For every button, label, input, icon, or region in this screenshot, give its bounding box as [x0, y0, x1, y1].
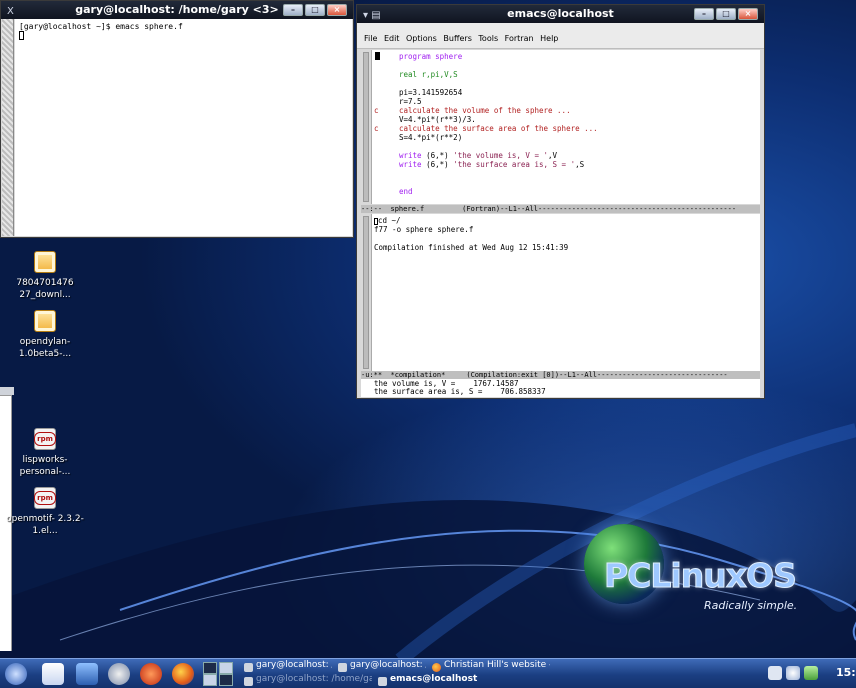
terminal-icon — [338, 663, 347, 672]
desktop-icon-lispworks[interactable]: rpm lispworks- personal-... — [0, 428, 90, 478]
desktop-pager-2[interactable] — [219, 662, 233, 674]
control-center-icon[interactable] — [76, 663, 98, 685]
echo-area: the volume is, V = 1767.14587 the surfac… — [361, 379, 760, 397]
brand-slogan: Radically simple. — [704, 599, 798, 612]
home-icon[interactable] — [42, 663, 64, 685]
desktop-icon-label: opendylan- 1.0beta5-... — [18, 337, 72, 359]
code-line: calculate the volume of the sphere ... — [399, 106, 571, 115]
desktop-icon-opendylan[interactable]: opendylan- 1.0beta5-... — [0, 310, 90, 360]
compile-line: cd ~/ — [378, 216, 401, 225]
desktop-pager-4[interactable] — [219, 674, 233, 686]
desktop-pager-1[interactable] — [203, 662, 217, 674]
rpm-icon: rpm — [34, 428, 56, 450]
desktop-icon-label: openmotif- 2.3.2-1.el... — [6, 514, 84, 536]
rpm-icon-badge: rpm — [34, 432, 56, 446]
task-firefox[interactable]: Christian Hill's website - — [430, 660, 550, 674]
comment-marker: c — [374, 124, 379, 133]
task-emacs[interactable]: emacs@localhost — [376, 674, 496, 688]
code-line: S=4.*pi*(r**2) — [399, 133, 463, 142]
task-xterm-1[interactable]: gary@localhost: /home/ga — [242, 660, 332, 674]
firefox-icon[interactable] — [172, 663, 194, 685]
menu-options[interactable]: Options — [406, 34, 437, 43]
xterm-screen[interactable]: [gary@localhost ~]$ emacs sphere.f — [15, 19, 352, 236]
menu-edit[interactable]: Edit — [384, 34, 400, 43]
emacs-menubar: File Edit Options Buffers Tools Fortran … — [357, 23, 764, 49]
echo-line: the surface area is, S = 706.858337 — [374, 387, 546, 396]
menu-tools[interactable]: Tools — [478, 34, 498, 43]
emacs-window[interactable]: ▾ ▤ emacs@localhost – □ × File Edit Opti… — [356, 4, 765, 399]
minimize-button[interactable]: – — [283, 4, 303, 16]
rpm-icon-badge: rpm — [34, 491, 56, 505]
desktop-icon-label: lispworks- personal-... — [19, 455, 71, 477]
network-icon[interactable] — [804, 666, 818, 680]
volume-icon[interactable] — [786, 666, 800, 680]
clock[interactable]: 15: — [836, 666, 856, 679]
menu-help[interactable]: Help — [540, 34, 558, 43]
maximize-button[interactable]: □ — [305, 4, 325, 16]
terminal-icon — [244, 677, 253, 686]
brand-name: PCLinuxOS — [604, 556, 798, 596]
xterm-window[interactable]: X gary@localhost: /home/gary <3> – □ × [… — [0, 0, 354, 238]
package-icon — [34, 251, 56, 273]
code-line: real r,pi,V,S — [399, 70, 458, 79]
taskbar: gary@localhost: /home/ga gary@localhost:… — [0, 658, 856, 688]
emacs-icon — [378, 677, 387, 686]
compilation-modeline: -u:** *compilation* (Compilation:exit [0… — [361, 371, 760, 379]
desktop-pager-3[interactable] — [203, 674, 217, 686]
source-modeline: --:-- sphere.f (Fortran)--L1--All-------… — [361, 205, 760, 213]
terminal-line: [gary@localhost ~]$ emacs sphere.f — [19, 22, 183, 31]
partial-window-edge — [0, 387, 14, 395]
maximize-button[interactable]: □ — [716, 8, 736, 20]
compilation-buffer[interactable]: cd ~/ f77 -o sphere sphere.f Compilation… — [361, 214, 760, 371]
desktop-icon-label: 7804701476 27_downl... — [16, 278, 74, 300]
emacs-point-cursor — [375, 52, 380, 60]
code-line: pi=3.141592654 — [399, 88, 463, 97]
close-button[interactable]: × — [738, 8, 758, 20]
minimize-button[interactable]: – — [694, 8, 714, 20]
desktop: 7804701476 27_downl... opendylan- 1.0bet… — [0, 0, 856, 658]
compilation-scrollbar[interactable] — [361, 214, 372, 371]
task-xterm-2[interactable]: gary@localhost: /home/ga — [336, 660, 426, 674]
code-line: calculate the surface area of the sphere… — [399, 124, 598, 133]
compile-line: f77 -o sphere sphere.f — [374, 225, 474, 234]
help-icon[interactable] — [140, 663, 162, 685]
comment-marker: c — [374, 106, 379, 115]
code-line: write (6,*) 'the surface area is, S = ',… — [399, 160, 585, 169]
pclinuxos-menu-icon[interactable] — [5, 663, 27, 685]
xterm-title: gary@localhost: /home/gary <3> — [75, 3, 279, 16]
code-line: end — [399, 187, 413, 196]
menu-fortran[interactable]: Fortran — [505, 34, 534, 43]
terminal-icon — [244, 663, 253, 672]
xterm-titlebar[interactable]: X gary@localhost: /home/gary <3> – □ × — [1, 1, 353, 19]
package-icon — [34, 310, 56, 332]
emacs-titlebar[interactable]: ▾ ▤ emacs@localhost – □ × — [357, 5, 764, 23]
rpm-icon: rpm — [34, 487, 56, 509]
menu-buffers[interactable]: Buffers — [443, 34, 471, 43]
task-xterm-3[interactable]: gary@localhost: /home/ga — [242, 674, 372, 688]
desktop-icon-openmotif[interactable]: rpm openmotif- 2.3.2-1.el... — [0, 487, 90, 537]
firefox-icon — [432, 663, 441, 672]
code-line: write (6,*) 'the volume is, V = ',V — [399, 151, 558, 160]
terminal-cursor — [19, 31, 24, 40]
menu-file[interactable]: File — [364, 34, 377, 43]
settings-icon[interactable] — [108, 663, 130, 685]
clipboard-icon[interactable] — [768, 666, 782, 680]
source-scrollbar[interactable] — [361, 50, 372, 204]
pclinuxos-logo: PCLinuxOS Radically simple. — [576, 522, 836, 622]
xterm-scrollbar[interactable] — [2, 19, 14, 236]
close-button[interactable]: × — [327, 4, 347, 16]
source-buffer[interactable]: program sphere real r,pi,V,S pi=3.14159265… — [361, 50, 760, 204]
desktop-icon-download-archive[interactable]: 7804701476 27_downl... — [0, 251, 90, 301]
code-line: program sphere — [399, 52, 463, 61]
compile-line: Compilation finished at Wed Aug 12 15:41… — [374, 243, 569, 252]
code-line: V=4.*pi*(r**3)/3. — [399, 115, 476, 124]
emacs-title: emacs@localhost — [507, 7, 614, 20]
code-line: r=7.5 — [399, 97, 422, 106]
